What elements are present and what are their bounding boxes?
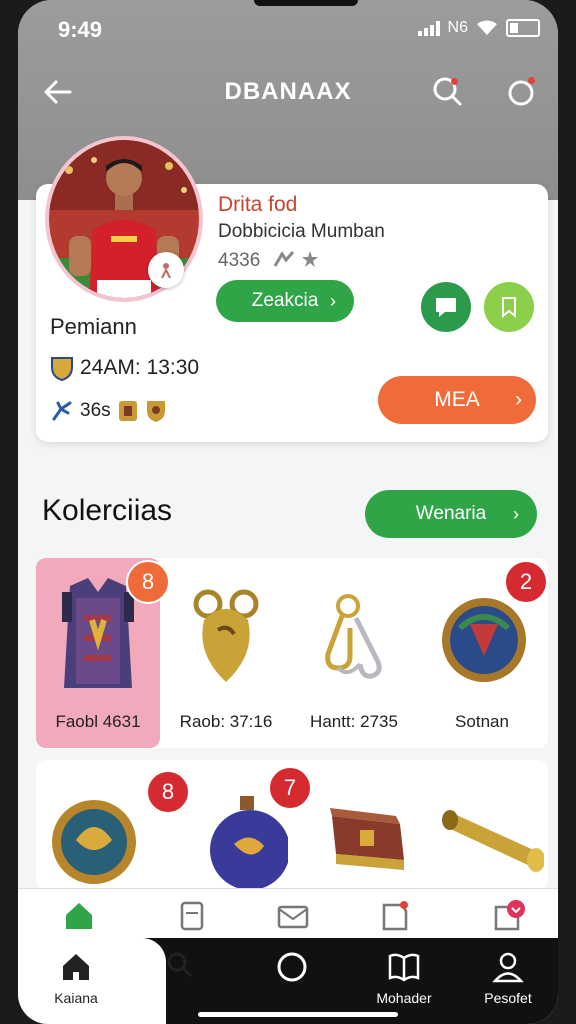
collection-item-chest[interactable]	[292, 760, 416, 890]
profile-title: Drita fod	[218, 193, 298, 216]
chevron-right-icon: ›	[513, 503, 519, 524]
chat-bubble-icon	[436, 298, 456, 317]
document-tab-icon[interactable]	[174, 899, 208, 933]
edit-tab-icon[interactable]	[378, 899, 412, 933]
inbox-tab-icon[interactable]	[492, 899, 526, 933]
collection-title: Kolerciias	[42, 494, 173, 527]
book-icon	[388, 953, 420, 982]
status-bar: 9:49 Ν6	[18, 14, 558, 44]
keychain-icon	[325, 594, 382, 679]
nav-profile-label: Pesofet	[484, 990, 532, 1006]
camera-notch	[254, 0, 358, 6]
profile-meta: 4336	[218, 250, 319, 272]
bookmark-icon	[502, 297, 516, 319]
home-indicator[interactable]	[198, 1012, 398, 1017]
screen: 9:49 Ν6 DBANAAX Drita fod Dobbicicia Mum…	[18, 0, 558, 1024]
mea-button-label: MEA	[434, 388, 480, 411]
item-label: Sotnan	[455, 712, 509, 731]
mea-button[interactable]: MEA ›	[378, 376, 536, 424]
bookmark-button[interactable]	[484, 282, 534, 332]
player-name: Pemiann	[50, 314, 137, 339]
signal-icon	[417, 20, 440, 36]
collection-item-medal[interactable]: 8	[36, 760, 190, 890]
item-label: Raob: 37:16	[179, 712, 273, 731]
follow-button[interactable]: Zeakcia ›	[216, 280, 354, 322]
collection-item-ornament[interactable]: 7	[164, 760, 312, 890]
figure-icon	[273, 251, 294, 267]
nav-item-center[interactable]	[242, 950, 342, 990]
nav-library-label: Mohader	[376, 990, 432, 1006]
chevron-right-icon: ›	[330, 290, 336, 311]
star-icon	[301, 251, 318, 267]
collection-row-2: 8 7	[36, 760, 548, 890]
status-time: 9:49	[58, 17, 103, 42]
collection-item-bell[interactable]: Raob: 37:16	[164, 558, 288, 748]
badges-row: 36s	[50, 399, 167, 423]
profile-meta-value: 4336	[218, 250, 261, 271]
wifi-icon	[477, 20, 497, 35]
item-label: Faobl 4631	[55, 712, 141, 731]
time-label: 24AM: 13:30	[80, 356, 200, 379]
collection-item-shield[interactable]: Sotnan 2	[420, 558, 548, 748]
profile-icon	[492, 952, 524, 983]
collection-item-keychain[interactable]: Hantt: 2735	[292, 558, 416, 748]
player-small-icon	[161, 263, 171, 279]
time-row: 24AM: 13:30	[50, 355, 199, 381]
player-figure-icon	[52, 401, 72, 421]
nav-item-search[interactable]	[130, 950, 230, 986]
chest-icon	[330, 808, 404, 870]
badge-gold-icon	[118, 401, 137, 421]
bell-icon	[193, 589, 259, 682]
battery-icon	[506, 19, 540, 37]
home-tab-icon[interactable]	[62, 899, 96, 933]
search-icon	[433, 77, 462, 106]
item-label: Hantt: 2735	[310, 712, 398, 731]
collection-item-vest[interactable]: Faobl 4631 8	[36, 558, 170, 748]
notification-dot	[528, 77, 535, 84]
mail-tab-icon[interactable]	[276, 899, 310, 933]
crest-icon	[51, 357, 73, 381]
view-all-label: Wenaria	[415, 503, 487, 524]
phone-frame: 9:49 Ν6 DBANAAX Drita fod Dobbicicia Mum…	[0, 0, 576, 1024]
medal-icon	[52, 800, 136, 884]
page-title: DBANAAX	[224, 78, 352, 105]
app-tab-bar	[18, 888, 558, 941]
notification-dot	[451, 78, 458, 85]
nav-home-label: Kaiana	[54, 990, 98, 1006]
circle-home-icon	[277, 952, 307, 982]
search-button[interactable]	[430, 74, 466, 110]
scroll-icon	[442, 810, 545, 872]
network-label: Ν6	[447, 19, 468, 36]
profile-subtitle: Dobbicicia Mumban	[218, 221, 385, 242]
nav-item-library[interactable]: Mohader	[354, 950, 454, 1006]
chevron-right-icon: ›	[515, 388, 522, 411]
avatar-edit-badge[interactable]	[148, 252, 184, 288]
nav-item-home[interactable]: Kaiana	[26, 950, 126, 1006]
badge-crest-icon	[146, 401, 165, 422]
search-icon	[167, 952, 193, 978]
item-count-badge: 2	[504, 560, 548, 604]
chat-button[interactable]	[421, 282, 471, 332]
home-icon	[63, 954, 89, 980]
collection-item-scroll[interactable]	[420, 760, 545, 890]
badges-count: 36s	[80, 400, 111, 421]
collection-row-1: Faobl 4631 8 Raob: 37:16 Hantt: 2735 Sot…	[36, 558, 548, 748]
nav-item-profile[interactable]: Pesofet	[458, 950, 558, 1006]
notifications-button[interactable]	[504, 74, 540, 110]
view-all-button[interactable]: Wenaria ›	[365, 490, 537, 538]
follow-button-label: Zeakcia	[251, 290, 319, 311]
